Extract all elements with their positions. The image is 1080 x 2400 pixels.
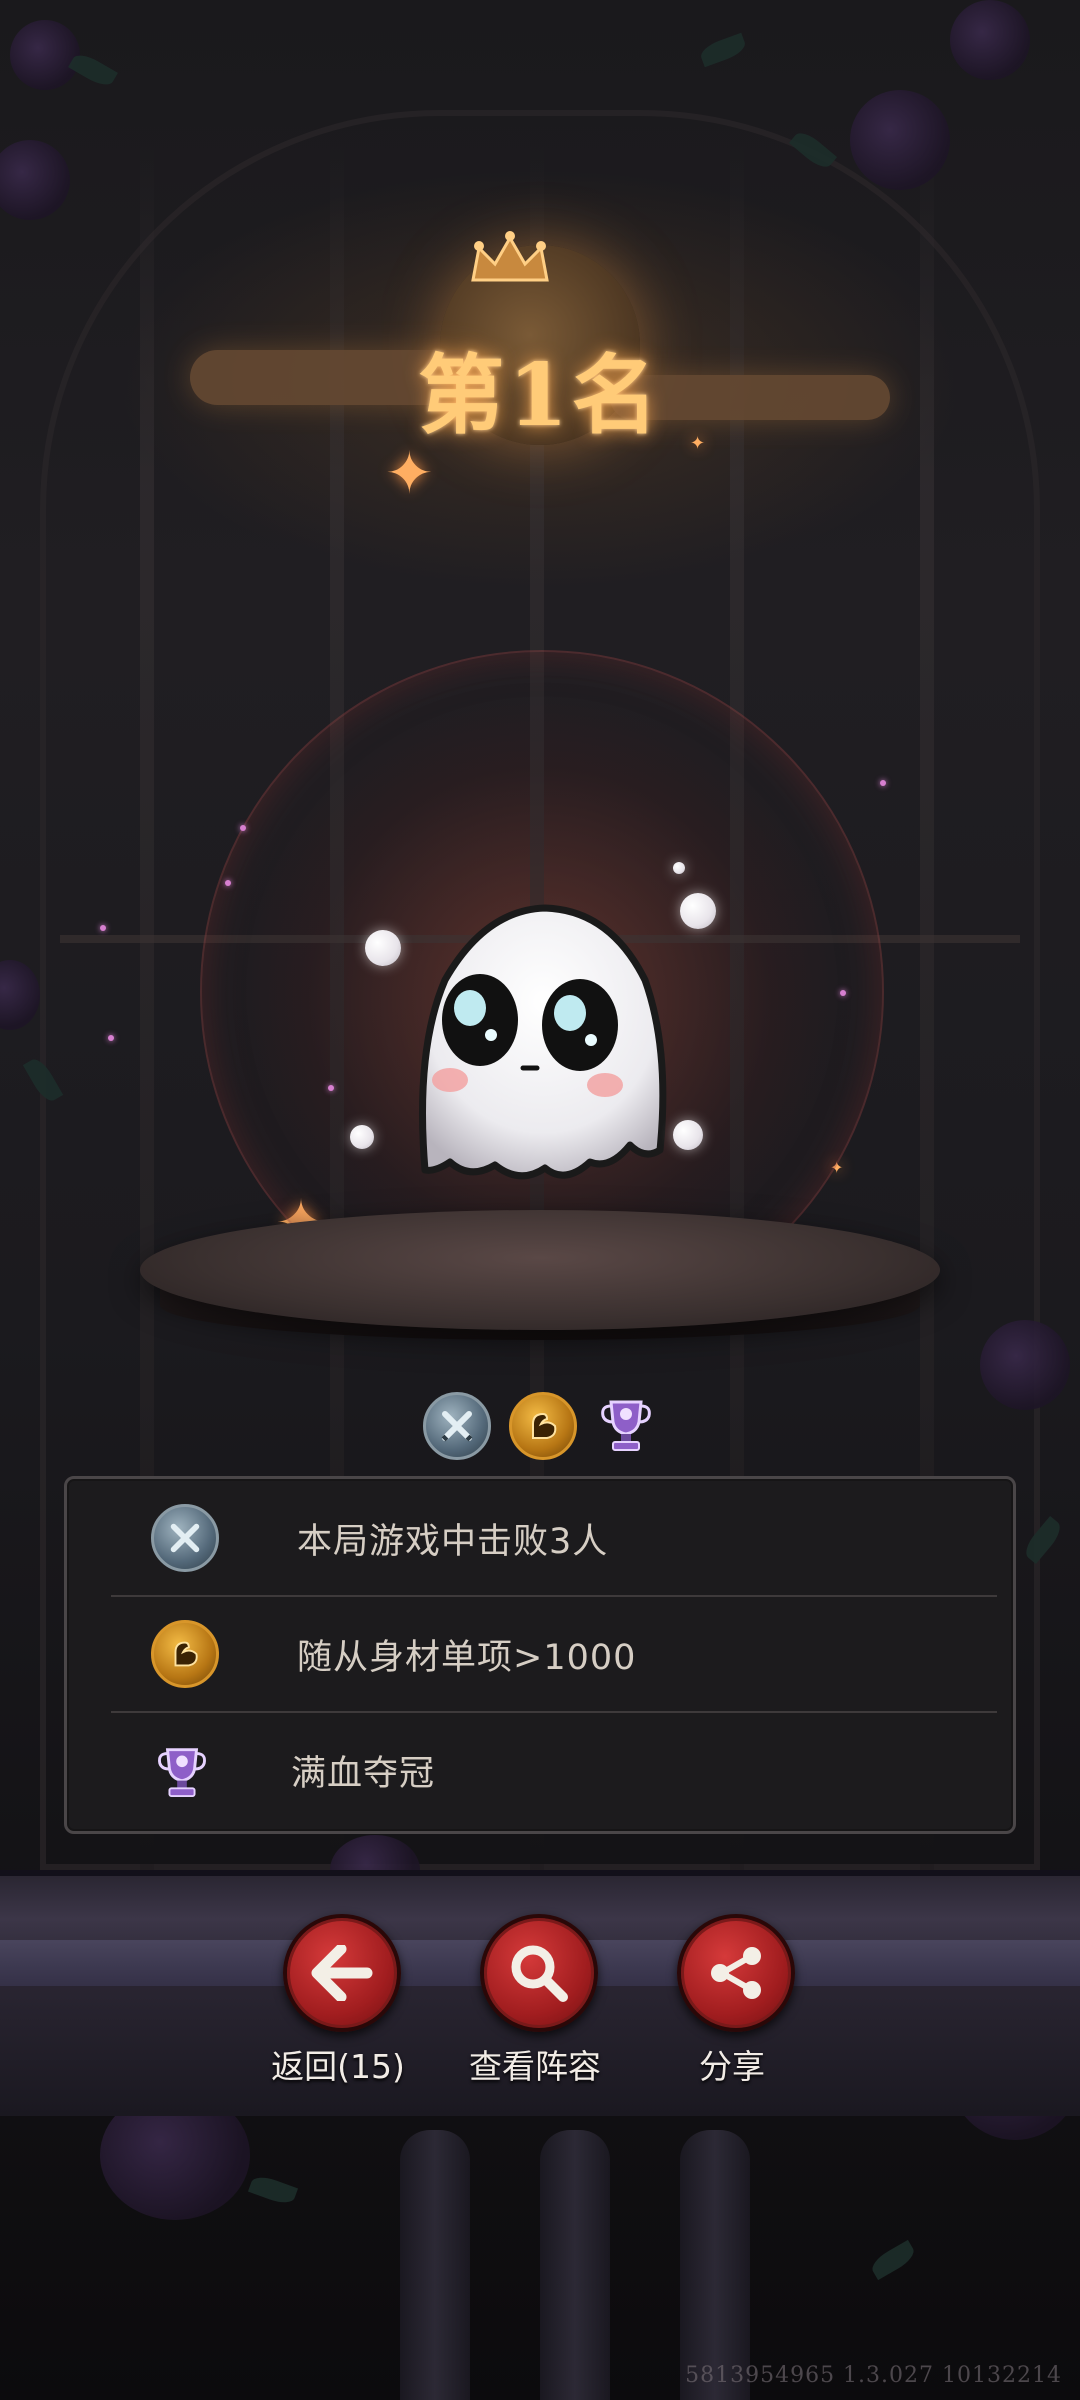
- achievement-list-panel: 本局游戏中击败3人 随从身材单项>1000 满血夺冠: [64, 1476, 1016, 1834]
- spirit-orb: [680, 893, 716, 929]
- achievement-row: 随从身材单项>1000: [111, 1597, 973, 1711]
- particle: [108, 1035, 114, 1041]
- share-button[interactable]: [677, 1914, 795, 2032]
- purple-trophy-icon[interactable]: [595, 1392, 657, 1454]
- baluster: [540, 2130, 610, 2400]
- pedestal: [140, 1210, 940, 1330]
- achievement-badge-row: [415, 1392, 665, 1462]
- particle: [100, 925, 106, 931]
- achievement-text: 本局游戏中击败3人: [297, 1521, 609, 1562]
- ghost-character: [419, 904, 667, 1180]
- spirit-orb: [673, 1120, 703, 1150]
- rose-decoration: [950, 0, 1030, 80]
- baluster: [680, 2130, 750, 2400]
- game-screen: 第1名 ✦ ✦ ✦ ✦: [0, 0, 1080, 2400]
- particle: [880, 780, 886, 786]
- crossed-swords-icon[interactable]: [423, 1392, 491, 1460]
- crossed-swords-icon: [151, 1504, 219, 1572]
- leaf-decoration: [868, 2239, 918, 2281]
- back-button[interactable]: [283, 1914, 401, 2032]
- muscle-arm-icon[interactable]: [509, 1392, 577, 1460]
- achievement-row: 本局游戏中击败3人: [111, 1481, 973, 1595]
- achievement-row: 满血夺冠: [111, 1713, 973, 1827]
- view-lineup-button[interactable]: [480, 1914, 598, 2032]
- share-button-label[interactable]: 分享: [612, 2040, 852, 2088]
- sparkle-icon: ✦: [385, 439, 434, 507]
- leaf-decoration: [247, 2172, 299, 2208]
- rose-decoration: [850, 90, 950, 190]
- rose-decoration: [980, 1320, 1070, 1410]
- leaf-decoration: [697, 32, 749, 68]
- muscle-arm-icon: [151, 1620, 219, 1688]
- particle: [225, 880, 231, 886]
- rank-title: 第1名: [418, 345, 662, 446]
- rose-decoration: [0, 140, 70, 220]
- achievement-text: 随从身材单项>1000: [297, 1637, 637, 1678]
- spirit-orb: [365, 930, 401, 966]
- rose-decoration: [10, 20, 80, 90]
- particle: [840, 990, 846, 996]
- rose-decoration: [0, 960, 40, 1030]
- arrow-left-icon: [311, 1945, 373, 2001]
- sparkle-icon: ✦: [690, 433, 706, 454]
- crown-icon: [471, 231, 549, 282]
- baluster: [400, 2130, 470, 2400]
- purple-trophy-icon: [151, 1739, 213, 1801]
- achievement-text: 满血夺冠: [291, 1753, 436, 1794]
- leaf-decoration: [68, 49, 118, 91]
- rank-banner: 第1名: [160, 230, 920, 490]
- spirit-orb: [673, 862, 685, 874]
- share-icon: [711, 1947, 761, 1999]
- spirit-orb: [350, 1125, 374, 1149]
- magnifier-icon: [511, 1945, 568, 2002]
- particle: [240, 825, 246, 831]
- build-id: 5813954965 1.3.027 10132214: [685, 2363, 1062, 2388]
- particle: [328, 1085, 334, 1091]
